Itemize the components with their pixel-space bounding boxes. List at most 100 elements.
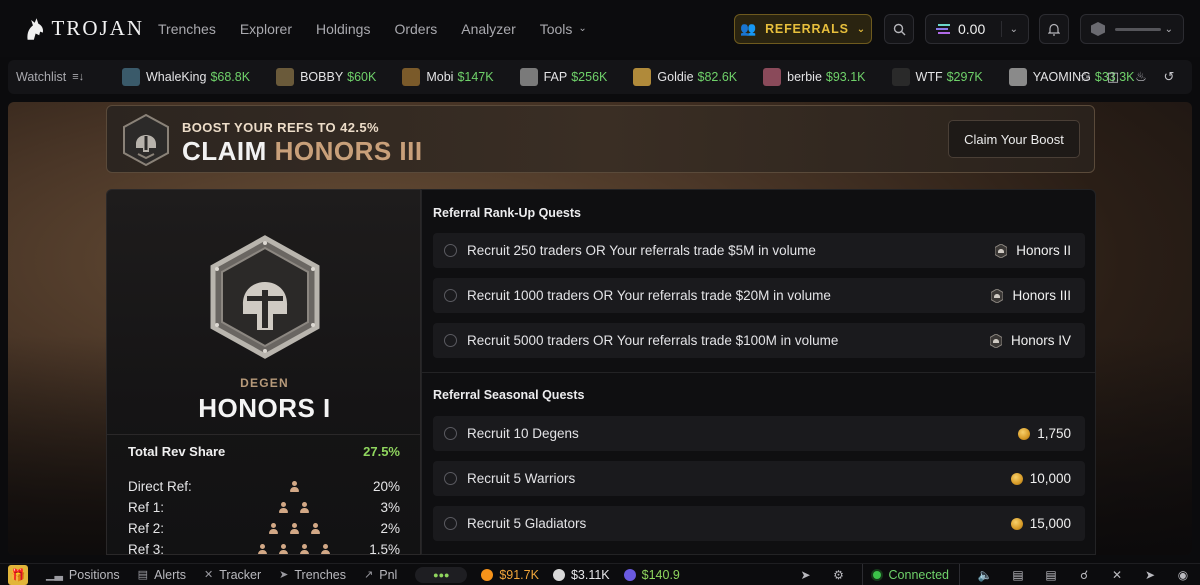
calendar-icon: ▤ [137, 569, 149, 581]
watchlist-item[interactable]: BOBBY $60K [276, 68, 376, 86]
radio-icon [444, 334, 457, 347]
nav-tools[interactable]: Tools ⌄ [540, 21, 587, 37]
chevron-down-icon: ⌄ [1009, 23, 1018, 35]
token-thumbnail [763, 68, 782, 86]
gear-icon[interactable]: ⚙ [832, 568, 846, 582]
rankup-quest[interactable]: Recruit 5000 traders OR Your referrals t… [433, 323, 1085, 358]
seasonal-quest[interactable]: Recruit 5 Warriors 10,000 [433, 461, 1085, 496]
coin-icon [1010, 517, 1023, 530]
solana-icon [936, 24, 950, 34]
seasonal-quest[interactable]: Recruit 5 Gladiators 15,000 [433, 506, 1085, 541]
nav-trenches[interactable]: Trenches [158, 21, 216, 37]
divider [107, 434, 420, 435]
connection-status: Connected [861, 564, 960, 585]
watchlist-item[interactable]: Goldie $82.6K [633, 68, 737, 86]
bottom-nav-tracker[interactable]: ✕ Tracker [204, 568, 261, 582]
watchlist-item[interactable]: Mobi $147K [402, 68, 494, 86]
watchlist-items: WhaleKing $68.8K BOBBY $60K Mobi $147K FAP $256… [94, 68, 1135, 86]
price-ticker: $91.7K $3.11K $140.9 [467, 568, 680, 582]
wallet-selector[interactable]: ⌄ [1080, 14, 1184, 44]
token-thumbnail [122, 68, 140, 86]
coin-icon [1010, 472, 1023, 485]
banner-title-rank: HONORS III [274, 136, 423, 166]
person-icon [278, 502, 289, 513]
token-name: Mobi [426, 70, 454, 84]
flame-icon[interactable]: ♨ [1132, 68, 1150, 86]
radio-icon [444, 517, 457, 530]
main-nav: Trenches Explorer Holdings Orders Analyz… [158, 21, 611, 37]
referrals-button[interactable]: 👥 REFERRALS ⌄ [734, 14, 872, 44]
bottom-nav-pnl[interactable]: ↗ Pnl [364, 568, 397, 582]
bottom-nav-alerts[interactable]: ▤ Alerts [138, 568, 186, 582]
nav-label: Explorer [239, 20, 292, 37]
x-social-icon[interactable]: ✕ [1110, 568, 1124, 582]
balance-selector[interactable]: 0.00 ⌄ [925, 14, 1029, 44]
search-button[interactable] [884, 14, 914, 44]
quest-reward: Honors II [994, 242, 1071, 259]
quests-panel: Referral Rank-Up Quests Recruit 250 trad… [421, 189, 1096, 555]
rev-share-value: 27.5% [363, 444, 400, 459]
rankup-quest[interactable]: Recruit 250 traders OR Your referrals tr… [433, 233, 1085, 268]
token-thumbnail [276, 68, 295, 86]
token-name: berbie [787, 70, 822, 84]
referrals-label: REFERRALS [765, 22, 849, 36]
person-icon [289, 481, 300, 492]
token-mcap: $256K [571, 70, 608, 84]
token-thumbnail [1008, 68, 1027, 86]
gift-icon[interactable]: 🎁 [8, 564, 28, 585]
claim-boost-button[interactable]: Claim Your Boost [948, 120, 1080, 158]
token-mcap: $60K [347, 70, 377, 84]
ref-level-label: Ref 3: [128, 542, 165, 555]
ref-level-people [228, 544, 360, 554]
ref-level-percent: 3% [380, 500, 400, 515]
radio-icon [444, 244, 457, 257]
token-mcap: $147K [457, 70, 494, 84]
token-pills[interactable]: ●●● [415, 566, 468, 583]
watchlist-item[interactable]: WhaleKing $68.8K [122, 68, 250, 86]
banner-title-prefix: CLAIM [182, 136, 267, 166]
volume-icon[interactable]: 🔈 [978, 568, 993, 582]
rocket-icon: ➤ [279, 569, 289, 581]
bottom-bar: 🎁 ▁▃ Positions ▤ Alerts ✕ Tracker ➤ Trenches ↗ Pn… [0, 563, 1200, 585]
watchlist-label: Watchlist [16, 70, 67, 84]
coin-icon [1018, 427, 1031, 440]
sort-icon: ≡↓ [72, 71, 85, 83]
brand-logo[interactable]: TROJAN [24, 15, 144, 43]
discord-icon[interactable]: ◉ [1176, 568, 1190, 582]
rocket-icon[interactable]: ➤ [799, 568, 813, 582]
watchlist-bar: Watchlist ≡↓ WhaleKing $68.8K BOBBY $60K Mob… [8, 60, 1192, 94]
layout-icon[interactable]: ▤ [1011, 568, 1025, 582]
nav-orders[interactable]: Orders [394, 21, 437, 37]
bar-chart-icon[interactable]: ◫ [1104, 68, 1122, 86]
ref-level-people [228, 523, 360, 534]
rankup-quest[interactable]: Recruit 1000 traders OR Your referrals t… [433, 278, 1085, 313]
helmet-badge-icon [989, 332, 1003, 349]
seasonal-quest[interactable]: Recruit 10 Degens 1,750 [433, 416, 1085, 451]
person-icon [289, 523, 300, 534]
watchlist-item[interactable]: WTF $297K [891, 68, 983, 86]
document-icon[interactable]: ▤ [1044, 568, 1058, 582]
quest-reward: Honors IV [989, 332, 1071, 349]
watchlist-toggle[interactable]: Watchlist ≡↓ [16, 70, 94, 84]
watchlist-item[interactable]: berbie $93.1K [763, 68, 866, 86]
bottom-nav-positions[interactable]: ▁▃ Positions [46, 568, 120, 582]
ref-level-row: Ref 3: 1.5% [128, 542, 400, 555]
star-icon[interactable]: ☆ [1076, 68, 1094, 86]
notifications-button[interactable] [1039, 14, 1069, 44]
status-dot [872, 571, 881, 579]
watchlist-item[interactable]: FAP $256K [519, 68, 608, 86]
telegram-icon[interactable]: ➤ [1143, 568, 1157, 582]
ref-level-label: Ref 2: [128, 521, 165, 536]
ref-level-row: Direct Ref: 20% [128, 479, 400, 494]
radio-icon [444, 289, 457, 302]
bottom-nav-label: Pnl [379, 567, 398, 582]
headset-icon[interactable]: ☌ [1077, 568, 1091, 582]
refresh-icon[interactable]: ↺ [1160, 68, 1178, 86]
nav-holdings[interactable]: Holdings [316, 21, 370, 37]
radio-icon [444, 427, 457, 440]
nav-explorer[interactable]: Explorer [240, 21, 292, 37]
bottom-nav-trenches[interactable]: ➤ Trenches [279, 568, 346, 582]
nav-analyzer[interactable]: Analyzer [461, 21, 515, 37]
price-item: $91.7K [481, 568, 539, 582]
price-value: $140.9 [641, 567, 680, 582]
